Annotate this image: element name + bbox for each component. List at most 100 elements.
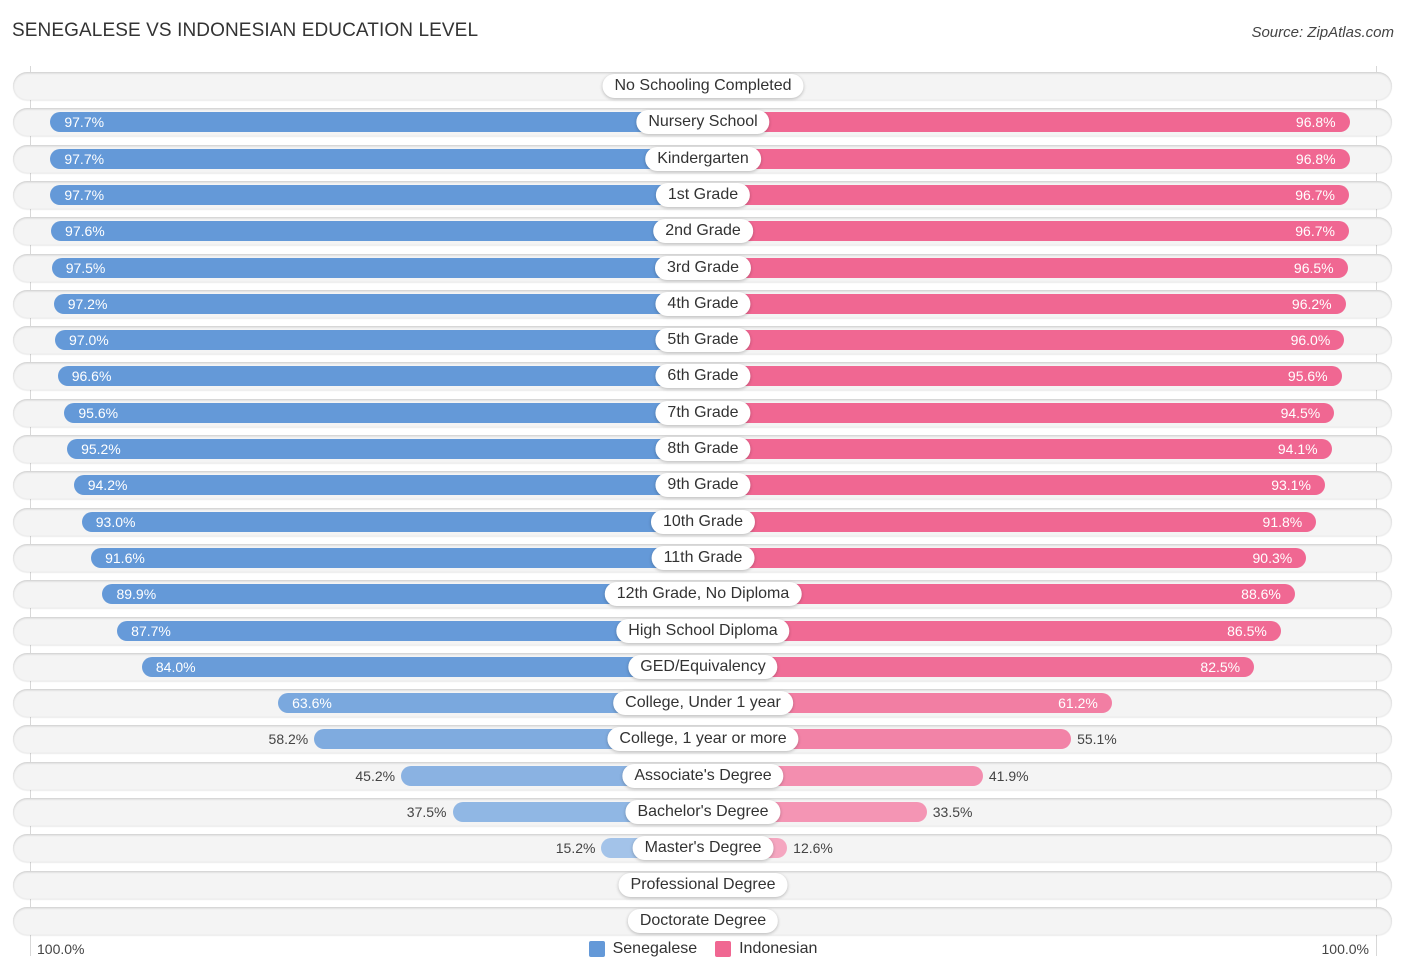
bar-senegalese-ged-equivalency[interactable] (141, 656, 703, 677)
value-label-indonesian-3rd-grade: 96.5% (1293, 259, 1334, 276)
bar-indonesian-kindergarten[interactable] (703, 148, 1350, 169)
category-label-9th-grade: 9th Grade (655, 473, 751, 498)
value-label-indonesian-high-school-diploma: 86.5% (1227, 622, 1267, 639)
category-label-no-schooling-completed: No Schooling Completed (602, 74, 804, 98)
value-label-senegalese-master-s-degree: 15.2% (555, 840, 596, 857)
value-label-indonesian-12th-grade-no-diploma: 88.6% (1241, 586, 1281, 603)
value-label-senegalese-8th-grade: 95.2% (81, 441, 121, 457)
value-label-indonesian-college-under-1-year: 61.2% (1058, 695, 1098, 712)
bar-indonesian-high-school-diploma[interactable] (703, 620, 1281, 641)
value-label-indonesian-master-s-degree: 12.6% (793, 840, 833, 857)
category-label-8th-grade: 8th Grade (655, 437, 751, 461)
bar-indonesian-10th-grade[interactable] (703, 511, 1317, 532)
value-label-indonesian-college-1-year-or-more: 55.1% (1077, 731, 1117, 748)
category-label-11th-grade: 11th Grade (651, 545, 755, 570)
value-label-indonesian-10th-grade: 91.8% (1262, 513, 1303, 530)
bar-indonesian-8th-grade[interactable] (703, 439, 1332, 459)
value-label-indonesian-4th-grade: 96.2% (1291, 295, 1332, 312)
value-label-indonesian-ged-equivalency: 82.5% (1200, 658, 1241, 675)
value-label-senegalese-7th-grade: 95.6% (78, 404, 119, 421)
category-label-college-under-1-year: College, Under 1 year (613, 691, 793, 716)
value-label-indonesian-7th-grade: 94.5% (1280, 404, 1321, 421)
value-label-senegalese-kindergarten: 97.7% (64, 150, 105, 167)
bar-indonesian-nursery-school[interactable] (703, 112, 1350, 133)
bar-indonesian-1st-grade[interactable] (703, 184, 1349, 205)
bar-indonesian-7th-grade[interactable] (703, 402, 1335, 423)
category-label-4th-grade: 4th Grade (655, 291, 751, 316)
bar-indonesian-ged-equivalency[interactable] (703, 656, 1255, 677)
value-label-senegalese-4th-grade: 97.2% (67, 295, 108, 312)
category-label-bachelor-s-degree: Bachelor's Degree (625, 800, 781, 824)
value-label-senegalese-10th-grade: 93.0% (95, 513, 136, 530)
category-label-associate-s-degree: Associate's Degree (622, 763, 784, 788)
value-label-senegalese-3rd-grade: 97.5% (65, 259, 106, 276)
bar-senegalese-9th-grade[interactable] (73, 475, 703, 496)
legend-label-senegalese: Senegalese (612, 940, 698, 957)
category-label-master-s-degree: Master's Degree (632, 836, 774, 861)
value-label-indonesian-11th-grade: 90.3% (1252, 549, 1293, 566)
legend: Senegalese Indonesian (0, 940, 1406, 958)
value-label-indonesian-1st-grade: 96.7% (1295, 186, 1335, 203)
legend-swatch-indonesian (715, 941, 732, 957)
value-label-indonesian-associate-s-degree: 41.9% (988, 767, 1029, 784)
category-label-7th-grade: 7th Grade (655, 400, 751, 425)
category-label-1st-grade: 1st Grade (655, 182, 751, 207)
value-label-senegalese-11th-grade: 91.6% (105, 549, 145, 566)
bar-senegalese-8th-grade[interactable] (67, 439, 703, 459)
value-label-senegalese-high-school-diploma: 87.7% (131, 622, 171, 639)
category-label-3rd-grade: 3rd Grade (654, 255, 752, 280)
bar-senegalese-4th-grade[interactable] (53, 293, 703, 314)
bar-indonesian-5th-grade[interactable] (703, 330, 1345, 351)
category-label-6th-grade: 6th Grade (655, 364, 751, 389)
bar-indonesian-3rd-grade[interactable] (703, 257, 1348, 278)
value-label-senegalese-college-1-year-or-more: 58.2% (268, 731, 309, 748)
bar-senegalese-6th-grade[interactable] (57, 366, 703, 387)
value-label-indonesian-6th-grade: 95.6% (1287, 368, 1328, 385)
bar-senegalese-kindergarten[interactable] (50, 148, 703, 169)
bar-senegalese-1st-grade[interactable] (50, 184, 703, 205)
bar-senegalese-10th-grade[interactable] (81, 511, 703, 532)
value-label-senegalese-nursery-school: 97.7% (64, 114, 105, 131)
legend-label-indonesian: Indonesian (739, 940, 818, 957)
chart-rows: 2.3%3.2%No Schooling Completed97.7%96.8%… (0, 0, 1406, 975)
bar-senegalese-11th-grade[interactable] (91, 547, 703, 568)
bar-indonesian-2nd-grade[interactable] (703, 221, 1349, 242)
value-label-senegalese-bachelor-s-degree: 37.5% (406, 804, 447, 820)
value-label-senegalese-9th-grade: 94.2% (87, 477, 128, 494)
value-label-senegalese-associate-s-degree: 45.2% (355, 767, 396, 784)
value-label-indonesian-nursery-school: 96.8% (1295, 114, 1336, 131)
value-label-senegalese-12th-grade-no-diploma: 89.9% (116, 586, 157, 603)
bar-indonesian-4th-grade[interactable] (703, 293, 1346, 314)
value-label-senegalese-2nd-grade: 97.6% (65, 223, 105, 240)
category-label-5th-grade: 5th Grade (655, 328, 751, 353)
category-label-2nd-grade: 2nd Grade (653, 219, 753, 244)
category-label-doctorate-degree: Doctorate Degree (627, 908, 779, 933)
bar-indonesian-6th-grade[interactable] (703, 366, 1342, 387)
category-label-high-school-diploma: High School Diploma (616, 618, 790, 643)
category-label-10th-grade: 10th Grade (650, 509, 756, 534)
bar-senegalese-2nd-grade[interactable] (51, 221, 703, 242)
category-label-kindergarten: Kindergarten (645, 146, 761, 171)
value-label-senegalese-college-under-1-year: 63.6% (292, 695, 332, 712)
category-label-college-1-year-or-more: College, 1 year or more (607, 727, 799, 752)
legend-swatch-senegalese (588, 941, 605, 957)
value-label-senegalese-1st-grade: 97.7% (64, 186, 105, 203)
value-label-indonesian-9th-grade: 93.1% (1271, 477, 1311, 494)
bar-indonesian-11th-grade[interactable] (703, 547, 1307, 568)
legend-item-indonesian[interactable]: Indonesian (715, 940, 817, 958)
value-label-indonesian-kindergarten: 96.8% (1295, 150, 1336, 167)
value-label-senegalese-5th-grade: 97.0% (69, 332, 109, 349)
value-label-indonesian-bachelor-s-degree: 33.5% (932, 804, 973, 820)
value-label-indonesian-2nd-grade: 96.7% (1295, 223, 1335, 240)
category-label-nursery-school: Nursery School (636, 110, 770, 135)
bar-indonesian-9th-grade[interactable] (703, 475, 1325, 496)
bar-senegalese-high-school-diploma[interactable] (117, 620, 703, 641)
legend-item-senegalese[interactable]: Senegalese (588, 940, 698, 958)
bar-senegalese-nursery-school[interactable] (50, 112, 703, 133)
category-label-professional-degree: Professional Degree (618, 872, 788, 897)
bar-senegalese-5th-grade[interactable] (55, 330, 703, 351)
bar-senegalese-7th-grade[interactable] (64, 402, 703, 423)
value-label-senegalese-ged-equivalency: 84.0% (155, 658, 196, 675)
category-label-ged-equivalency: GED/Equivalency (628, 654, 778, 679)
bar-senegalese-3rd-grade[interactable] (51, 257, 703, 278)
